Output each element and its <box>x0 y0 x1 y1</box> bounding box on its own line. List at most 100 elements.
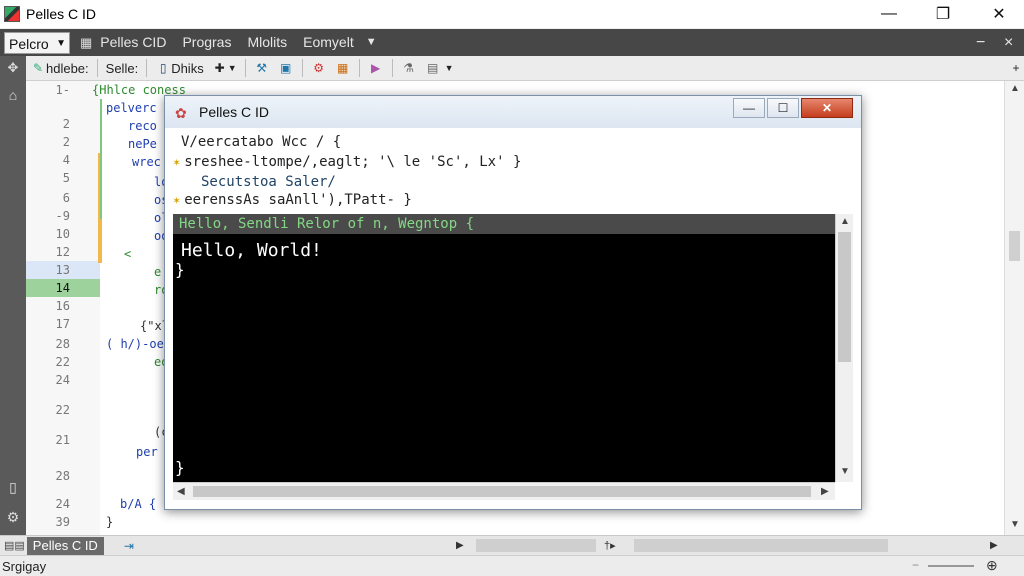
menu-overflow-icon[interactable]: ▼ <box>362 29 381 56</box>
tool-button-1[interactable]: ⚒ <box>250 58 274 78</box>
line-number: 4 <box>62 153 70 167</box>
line-number: 12 <box>55 245 70 259</box>
panel-minimize-button[interactable]: − <box>968 29 993 56</box>
line-number: 24 <box>55 373 70 387</box>
line-number: 13 <box>26 261 100 279</box>
tool-button-7[interactable]: ▤ ▼ <box>421 58 458 78</box>
plus-icon: ✚ <box>214 61 225 75</box>
dialog-line-1: V/eercatabo Wcc / { <box>181 134 342 150</box>
tool-button-3[interactable]: ⚙ <box>307 58 331 78</box>
tab-pelles[interactable]: Pelles C ID <box>26 536 104 555</box>
separator <box>391 59 393 77</box>
console-brace: } <box>175 260 185 279</box>
bottom-tab-strip: ▤▤ Pelles C ID ⇥ ▶ †▸ ▶ <box>0 535 1024 555</box>
console-output-text: Hello, World! <box>181 240 322 261</box>
menu-item-eomyelt[interactable]: Eomyelt <box>295 29 362 56</box>
menu-item-mlolits[interactable]: Mlolits <box>239 29 295 56</box>
line-number: 16 <box>55 299 70 313</box>
tool-button-6[interactable]: ⚗ <box>397 58 421 78</box>
document-icon: ▯ <box>159 61 167 75</box>
close-button[interactable]: ✕ <box>976 0 1022 28</box>
line-number: 10 <box>55 227 70 241</box>
menu-bar: Pelcro ▼ ▦ Pelles CID Progras Mlolits Eo… <box>0 29 1024 56</box>
tool-button-2[interactable]: ▣ <box>274 58 298 78</box>
split-icon[interactable]: †▸ <box>604 539 616 552</box>
horizontal-scroll-track[interactable] <box>634 539 888 552</box>
star-icon: ✶ <box>173 193 181 207</box>
zoom-in-icon[interactable]: ⊕ <box>986 557 998 574</box>
status-bar: Srgigay − ⊕ <box>0 555 1024 576</box>
menu-item-progras[interactable]: Progras <box>174 29 239 56</box>
toolbar-button-handle[interactable]: ✎ hdlebe: <box>26 58 93 78</box>
move-icon[interactable]: ✥ <box>0 55 26 81</box>
line-number: 22 <box>55 355 70 369</box>
scroll-thumb[interactable] <box>838 232 851 362</box>
app-icon <box>4 6 20 22</box>
window-icon: ▣ <box>279 61 292 75</box>
dialog-line-2: ✶ sreshee-ltompe/,eaglt; '\ le 'Sc', Lx' … <box>173 154 521 170</box>
scroll-up-icon[interactable]: ▲ <box>1010 83 1020 94</box>
panel-icon[interactable]: ▤▤ <box>4 539 25 552</box>
dialog-minimize-button[interactable]: — <box>733 98 765 118</box>
zoom-slider[interactable] <box>928 565 974 567</box>
minimize-button[interactable]: — <box>866 0 912 28</box>
line-number: 28 <box>55 337 70 351</box>
line-number: 22 <box>55 403 70 417</box>
title-bar: Pelles C ID — ❐ ✕ <box>0 0 1024 28</box>
scroll-thumb[interactable] <box>193 486 811 497</box>
dialog-vertical-scrollbar[interactable]: ▲ ▼ <box>835 214 853 482</box>
home-icon[interactable]: ⌂ <box>4 87 22 105</box>
build-icon: ⚙ <box>313 61 324 75</box>
console-output[interactable]: Hello, World! } } <box>173 234 835 482</box>
chevron-down-icon: ▼ <box>444 63 454 73</box>
scroll-right-icon[interactable]: ▶ <box>821 486 829 497</box>
line-number: 24 <box>55 497 70 511</box>
dialog-horizontal-scrollbar[interactable]: ◀ ▶ <box>173 482 835 500</box>
wand-icon: ⚒ <box>256 61 267 75</box>
scroll-thumb[interactable] <box>1009 231 1020 261</box>
grid-icon: ▦ <box>336 61 349 75</box>
scroll-right-icon[interactable]: ▶ <box>990 540 998 551</box>
maximize-button[interactable]: ❐ <box>920 0 966 28</box>
scroll-down-icon[interactable]: ▼ <box>1010 519 1020 530</box>
tool-button-5[interactable]: ▶ <box>364 58 388 78</box>
menu-item-pelles[interactable]: Pelles CID <box>92 29 174 56</box>
panel-close-button[interactable]: × <box>996 29 1021 56</box>
toolbar-label-disks: Dhiks <box>171 60 204 76</box>
separator <box>146 59 148 77</box>
pin-icon[interactable]: ⇥ <box>124 539 134 553</box>
scroll-left-icon[interactable]: ◀ <box>177 486 185 497</box>
add-button[interactable]: ✚ ▼ <box>208 58 241 78</box>
code-line: } <box>106 515 114 529</box>
scroll-up-icon[interactable]: ▲ <box>840 216 850 227</box>
toolbar-add-button[interactable]: + <box>1004 58 1024 78</box>
toolbar-button-disks[interactable]: ▯ Dhiks <box>151 58 208 78</box>
zoom-out-icon[interactable]: − <box>912 558 919 572</box>
toolbar-label-handle: hdlebe: <box>46 60 89 76</box>
toolbar-button-select[interactable]: Selle: <box>102 58 143 78</box>
dialog-maximize-button[interactable]: ☐ <box>767 98 799 118</box>
editor-vertical-scrollbar[interactable]: ▲ ▼ <box>1004 81 1024 535</box>
dialog-line-4: ✶ eerenssAs saAnll'),TPatt- } <box>173 192 412 208</box>
dialog-close-button[interactable]: ✕ <box>801 98 853 118</box>
left-tool-strip: ⌂ ▯ ⚙ <box>0 81 26 535</box>
dialog-line-2-text: sreshee-ltompe/,eaglt; '\ le 'Sc', Lx' } <box>184 154 522 170</box>
console-header: Hello, Sendli Relor of n, Wegntop { <box>173 214 835 234</box>
app-mini-icon: ▦ <box>80 34 93 50</box>
project-dropdown[interactable]: Pelcro ▼ <box>4 31 70 54</box>
debug-icon: ⚗ <box>403 61 414 75</box>
code-line: e <box>154 265 162 279</box>
dialog-title-bar[interactable]: ✿ Pelles C ID — ☐ ✕ <box>165 96 861 128</box>
tool-button-4[interactable]: ▦ <box>331 58 355 78</box>
status-text: Srgigay <box>2 559 47 574</box>
settings-icon[interactable]: ⚙ <box>4 509 22 527</box>
scroll-down-icon[interactable]: ▼ <box>840 466 850 477</box>
code-line: wrec <box>132 155 161 169</box>
battery-icon[interactable]: ▯ <box>4 479 22 497</box>
dialog-title: Pelles C ID <box>199 104 270 120</box>
line-number: 6 <box>62 191 70 205</box>
separator <box>358 59 360 77</box>
scroll-right-icon[interactable]: ▶ <box>456 540 464 551</box>
window-title: Pelles C ID <box>26 6 97 22</box>
horizontal-scroll-thumb[interactable] <box>476 539 596 552</box>
